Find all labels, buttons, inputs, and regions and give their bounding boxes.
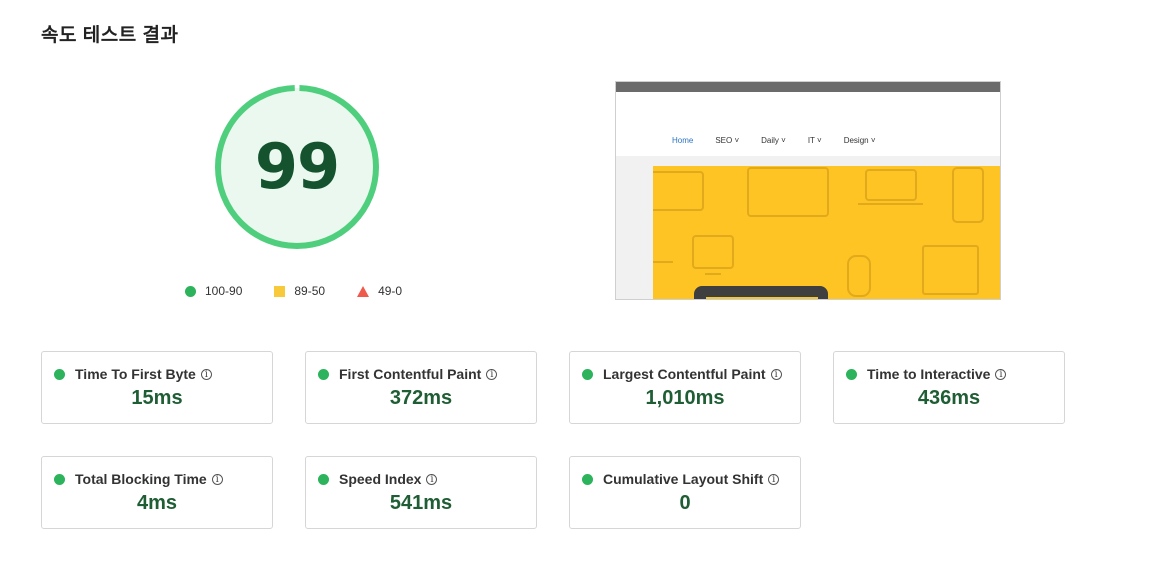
page-screenshot-preview: Home SEO ˅ Daily ˅ IT ˅ Design ˅ [615,81,1001,300]
legend-average-label: 89-50 [294,284,326,298]
metric-value: 15ms [131,387,183,409]
performance-score: 99 [254,130,340,203]
green-status-icon [54,473,65,485]
preview-nav-it: IT ˅ [807,136,822,145]
info-icon[interactable]: i [211,473,223,485]
metric-label: Total Blocking Time [75,471,207,487]
info-icon[interactable]: i [426,473,438,485]
metric-card-tbt: Total Blocking Time i 4ms [41,456,273,529]
metric-card-lcp: Largest Contentful Paint i 1,010ms [569,351,801,424]
device-pattern-icon [653,167,984,297]
orange-square-icon [274,285,286,297]
info-icon[interactable]: i [768,473,780,485]
preview-hero-banner [653,166,1000,299]
metric-label: Cumulative Layout Shift [603,471,764,487]
legend-average: 89-50 [274,284,325,298]
legend-good-label: 100-90 [205,284,243,298]
metric-label: Speed Index [339,471,422,487]
preview-top-bar [616,82,1000,92]
preview-nav-daily: Daily ˅ [761,136,786,145]
green-status-icon [318,473,329,485]
green-status-icon [846,368,857,380]
info-icon[interactable]: i [486,368,498,380]
metric-value: 4ms [136,492,178,514]
metric-card-fcp: First Contentful Paint i 372ms [305,351,537,424]
preview-nav-seo: SEO ˅ [715,136,740,145]
preview-nav-home: Home [672,136,694,145]
metric-card-speed-index: Speed Index i 541ms [305,456,537,529]
metric-card-cls: Cumulative Layout Shift i 0 [569,456,801,529]
green-status-icon [54,368,65,380]
legend-good: 100-90 [185,284,242,298]
metric-value: 436ms [917,387,981,409]
green-status-icon [582,473,593,485]
legend-poor-label: 49-0 [378,284,403,298]
preview-nav: Home SEO ˅ Daily ˅ IT ˅ Design ˅ [672,136,897,145]
info-icon[interactable]: i [770,368,782,380]
preview-nav-design: Design ˅ [843,136,876,145]
metric-value: 1,010ms [645,387,725,409]
metric-label: First Contentful Paint [339,366,482,382]
green-status-icon [318,368,329,380]
red-triangle-icon [357,285,370,297]
preview-device-screen [706,297,818,299]
score-legend: 100-90 89-50 49-0 [185,284,402,298]
metric-value: 372ms [389,387,453,409]
green-status-icon [582,368,593,380]
metric-card-ttfb: Time To First Byte i 15ms [41,351,273,424]
performance-score-gauge: 99 [212,82,382,252]
green-circle-icon [185,285,196,297]
info-icon[interactable]: i [200,368,212,380]
metric-value: 541ms [389,492,453,514]
legend-poor: 49-0 [357,284,402,298]
page-title: 속도 테스트 결과 [41,25,179,46]
metric-label: Time to Interactive [867,366,991,382]
metric-label: Largest Contentful Paint [603,366,766,382]
metric-value: 0 [679,492,691,514]
metric-card-tti: Time to Interactive i 436ms [833,351,1065,424]
metric-label: Time To First Byte [75,366,196,382]
info-icon[interactable]: i [995,368,1007,380]
